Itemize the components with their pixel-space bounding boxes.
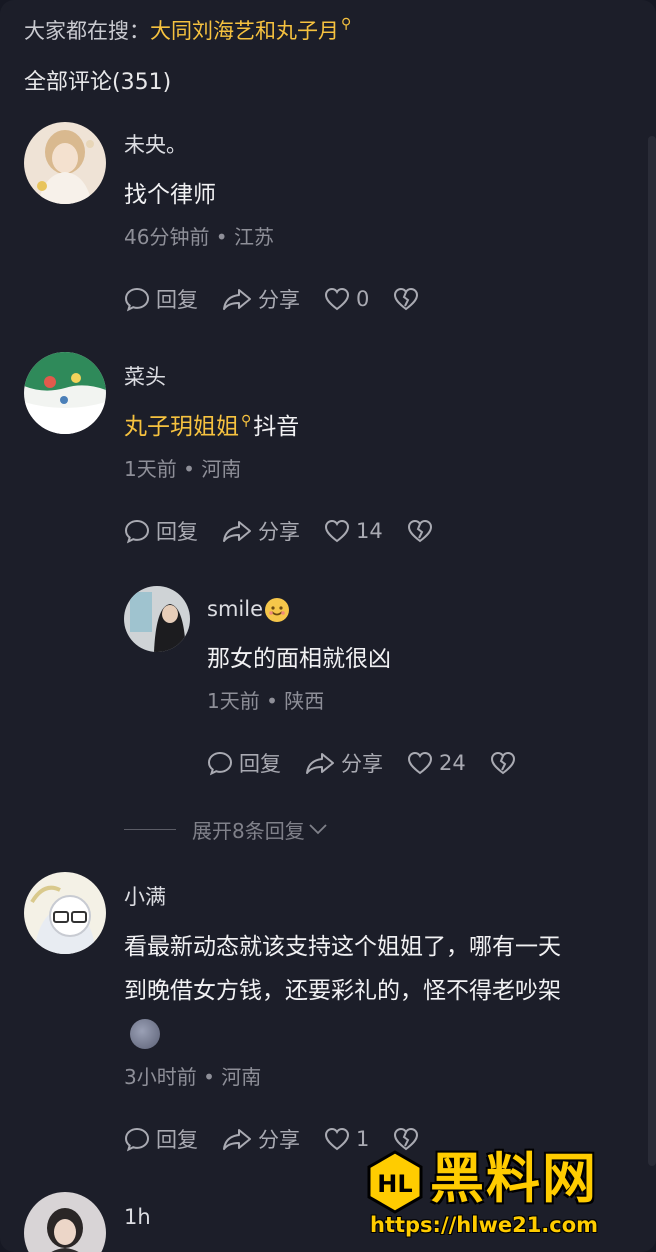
share-icon (223, 1129, 251, 1150)
comment-meta: 1天前 • 陕西 (207, 689, 325, 713)
reply-icon (124, 1127, 150, 1152)
moon-face-emoji-icon (130, 1018, 160, 1049)
search-icon: ⚲ (341, 16, 352, 32)
comment-meta: 1天前 • 河南 (124, 457, 242, 481)
smiley-emoji-icon (265, 598, 289, 622)
watermark-logo-icon: HL (367, 1150, 423, 1214)
hot-search-bar[interactable]: 大家都在搜：大同刘海艺和丸子月 ⚲ (24, 14, 351, 48)
expand-replies-button[interactable]: 展开8条回复 (124, 812, 329, 846)
comment-keyword-link[interactable]: 丸子玥姐姐 (124, 414, 239, 440)
share-button[interactable]: 分享 (222, 1124, 300, 1154)
avatar[interactable] (124, 586, 190, 652)
share-label: 分享 (341, 752, 383, 776)
comment-emoji (130, 1016, 160, 1050)
share-icon (306, 753, 334, 774)
share-button[interactable]: 分享 (305, 748, 383, 778)
comment-meta: 3小时前 • 河南 (124, 1065, 262, 1089)
reply-label: 回复 (156, 1128, 198, 1152)
comment-text-line-1: 看最新动态就该支持这个姐姐了，哪有一天 (124, 934, 561, 960)
avatar[interactable] (24, 872, 106, 954)
like-count: 0 (356, 287, 370, 311)
heart-icon (324, 519, 350, 543)
comment-text-suffix: 抖音 (253, 414, 300, 440)
avatar[interactable] (24, 352, 106, 434)
comment-username[interactable]: smile (207, 594, 289, 624)
comment-username[interactable]: 菜头 (124, 362, 166, 392)
share-icon (223, 521, 251, 542)
hot-search-keyword[interactable]: 大同刘海艺和丸子月 (150, 19, 339, 43)
like-count: 14 (356, 519, 383, 543)
reply-label: 回复 (156, 520, 198, 544)
reply-button[interactable]: 回复 (124, 284, 198, 314)
reply-button[interactable]: 回复 (124, 516, 198, 546)
share-label: 分享 (258, 520, 300, 544)
broken-heart-icon (394, 287, 419, 311)
search-icon: ⚲ (241, 413, 252, 429)
comment-panel: 大家都在搜：大同刘海艺和丸子月 ⚲ 全部评论(351) 未央。 找个律师 46分钟… (0, 0, 656, 1252)
like-button[interactable]: 24 (407, 751, 466, 775)
comment-text: 那女的面相就很凶 (207, 646, 391, 672)
reply-label: 回复 (156, 288, 198, 312)
heart-icon (407, 751, 433, 775)
watermark-title: 黑料网 (430, 1147, 598, 1210)
share-icon (223, 289, 251, 310)
comment-actions: 回复 分享 0 (124, 282, 449, 316)
comment-username[interactable]: 小满 (124, 882, 166, 912)
comment-text: 找个律师 (124, 182, 216, 208)
dislike-button[interactable] (407, 519, 439, 543)
reply-icon (124, 519, 150, 544)
comment-actions: 回复 分享 24 (207, 746, 546, 780)
expand-replies-label: 展开8条回复 (192, 818, 305, 843)
share-button[interactable]: 分享 (222, 516, 300, 546)
like-count: 24 (439, 751, 466, 775)
broken-heart-icon (490, 751, 515, 775)
divider-line (124, 828, 176, 830)
scrollbar[interactable] (648, 136, 656, 1166)
share-label: 分享 (258, 288, 300, 312)
broken-heart-icon (407, 519, 432, 543)
comments-count-title: 全部评论(351) (24, 70, 172, 95)
reply-button[interactable]: 回复 (124, 1124, 198, 1154)
reply-icon (124, 287, 150, 312)
like-button[interactable]: 0 (324, 287, 369, 311)
watermark-url: https://hlwe21.com (370, 1213, 599, 1237)
comment-meta: 46分钟前 • 江苏 (124, 225, 274, 249)
comment-text: 丸子玥姐姐 ⚲抖音 (124, 410, 299, 447)
comment-actions: 回复 分享 14 (124, 514, 463, 548)
svg-text:HL: HL (377, 1170, 412, 1198)
dislike-button[interactable] (393, 287, 425, 311)
like-button[interactable]: 14 (324, 519, 383, 543)
reply-label: 回复 (239, 752, 281, 776)
watermark: HL 黑料网 https://hlwe21.com (360, 1146, 656, 1252)
avatar[interactable] (24, 122, 106, 204)
avatar[interactable] (24, 1192, 106, 1252)
dislike-button[interactable] (490, 751, 522, 775)
comment-username[interactable]: 1h (124, 1202, 151, 1232)
comment-text-line-2: 到晚借女方钱，还要彩礼的，怪不得老吵架 (124, 978, 561, 1004)
heart-icon (324, 287, 350, 311)
share-button[interactable]: 分享 (222, 284, 300, 314)
reply-button[interactable]: 回复 (207, 748, 281, 778)
comment-username[interactable]: 未央。 (124, 130, 187, 160)
chevron-down-icon (309, 824, 327, 835)
reply-username: smile (207, 597, 263, 621)
heart-icon (324, 1127, 350, 1151)
hot-search-label: 大家都在搜： (24, 19, 150, 43)
reply-icon (207, 751, 233, 776)
share-label: 分享 (258, 1128, 300, 1152)
